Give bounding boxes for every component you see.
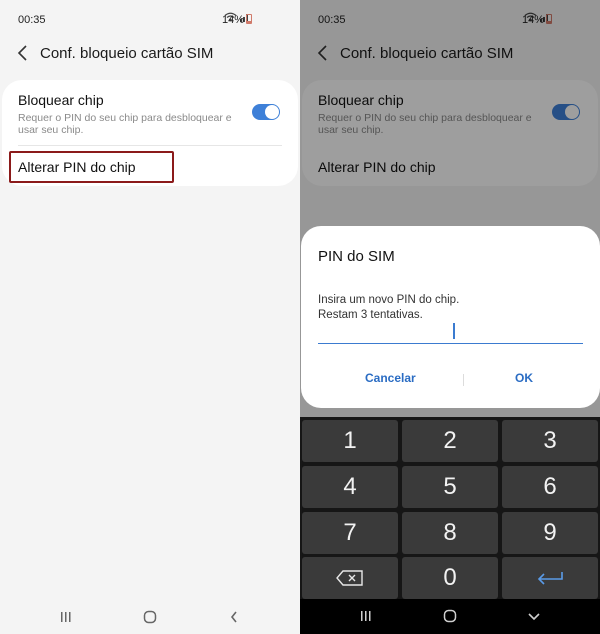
pin-dialog-screen: 00:35 14% Conf. bloqueio cartão SIM Bloq… — [300, 0, 600, 634]
dialog-message: Insira um novo PIN do chip. Restam 3 ten… — [318, 293, 459, 323]
settings-screen: 00:35 14% Conf. bloqueio cartão SIM Bloq… — [0, 0, 300, 634]
navigation-bar — [0, 600, 300, 634]
lock-sim-title: Bloquear chip — [18, 92, 104, 108]
dialog-message-line2: Restam 3 tentativas. — [318, 309, 423, 321]
recents-icon[interactable] — [60, 610, 72, 624]
app-header: Conf. bloqueio cartão SIM — [0, 38, 300, 70]
key-0[interactable]: 0 — [402, 557, 498, 599]
lock-sim-toggle[interactable] — [252, 104, 280, 120]
hide-keyboard-icon[interactable] — [527, 609, 541, 623]
recents-icon[interactable] — [360, 609, 372, 623]
back-icon[interactable] — [229, 610, 239, 624]
enter-icon — [537, 572, 563, 585]
status-bar: 00:35 14% — [0, 0, 300, 38]
pin-input[interactable] — [318, 343, 583, 344]
key-9[interactable]: 9 — [502, 512, 598, 554]
ok-button[interactable]: OK — [515, 371, 533, 385]
key-4[interactable]: 4 — [302, 466, 398, 508]
home-icon[interactable] — [443, 609, 457, 623]
button-separator — [463, 374, 464, 386]
numeric-keypad: 1 2 3 4 5 6 7 8 9 0 — [300, 417, 600, 599]
navigation-bar — [300, 599, 600, 634]
highlight-box — [9, 151, 174, 183]
key-7[interactable]: 7 — [302, 512, 398, 554]
battery-icon — [246, 14, 252, 24]
divider — [18, 145, 282, 146]
battery-percent: 14% — [221, 14, 244, 26]
status-time: 00:35 — [18, 14, 46, 26]
toggle-knob — [265, 105, 279, 119]
backspace-key[interactable] — [302, 557, 398, 599]
battery-indicator: 14% — [222, 14, 252, 26]
cancel-button[interactable]: Cancelar — [365, 371, 416, 385]
back-arrow-icon[interactable] — [14, 42, 34, 64]
pin-dialog: PIN do SIM Insira um novo PIN do chip. R… — [301, 226, 600, 408]
home-icon[interactable] — [143, 610, 157, 624]
key-1[interactable]: 1 — [302, 420, 398, 462]
key-2[interactable]: 2 — [402, 420, 498, 462]
key-6[interactable]: 6 — [502, 466, 598, 508]
dialog-title: PIN do SIM — [318, 248, 395, 265]
dialog-message-line1: Insira um novo PIN do chip. — [318, 294, 460, 306]
page-title: Conf. bloqueio cartão SIM — [40, 45, 214, 62]
backspace-icon — [336, 570, 363, 586]
lock-sim-row[interactable]: Bloquear chip Requer o PIN do seu chip p… — [18, 92, 233, 136]
key-5[interactable]: 5 — [402, 466, 498, 508]
key-3[interactable]: 3 — [502, 420, 598, 462]
key-8[interactable]: 8 — [402, 512, 498, 554]
lock-sim-subtitle: Requer o PIN do seu chip para desbloquea… — [18, 112, 232, 136]
pin-input-caret — [453, 323, 455, 339]
enter-key[interactable] — [502, 557, 598, 599]
